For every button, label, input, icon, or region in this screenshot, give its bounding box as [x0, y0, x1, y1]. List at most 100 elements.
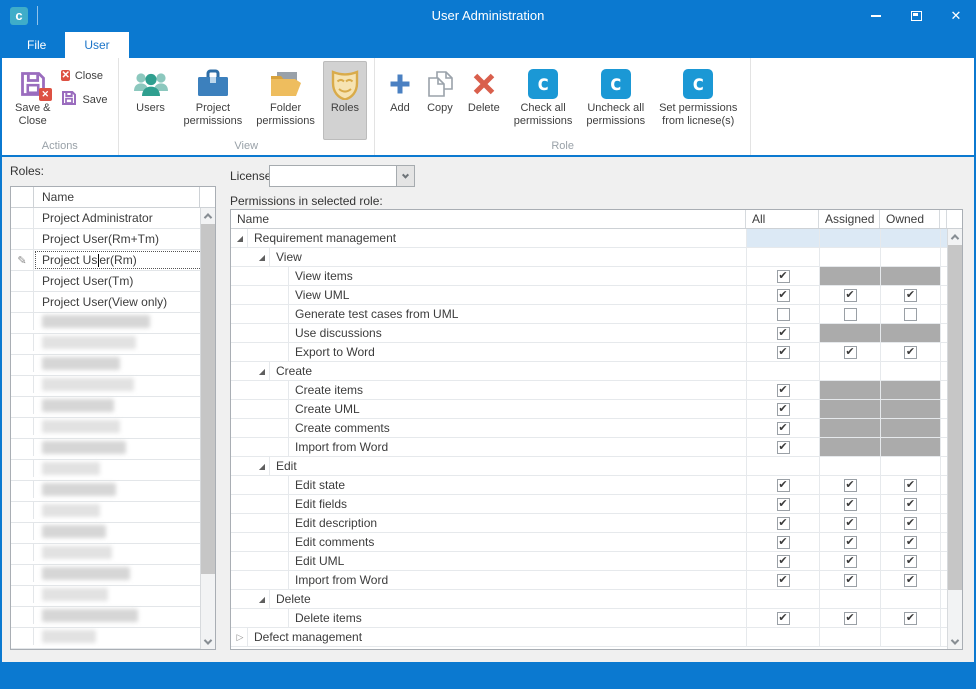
checkbox-checked[interactable]: ✔ — [904, 346, 917, 359]
role-row-redacted[interactable] — [11, 607, 215, 628]
column-header-all[interactable]: All — [746, 210, 819, 228]
permissions-scrollbar-thumb[interactable] — [948, 245, 962, 590]
permission-cell-all[interactable]: ✔ — [746, 571, 819, 589]
role-row[interactable]: ✎Project User(Rm) — [11, 250, 215, 271]
role-row-redacted[interactable] — [11, 397, 215, 418]
permission-row[interactable]: ◢View — [231, 248, 962, 267]
save-button[interactable]: Save — [61, 90, 107, 109]
permission-cell-owned[interactable]: ✔ — [880, 571, 940, 589]
checkbox-checked[interactable]: ✔ — [777, 403, 790, 416]
permission-cell-assigned[interactable]: ✔ — [819, 495, 880, 513]
checkbox-checked[interactable]: ✔ — [777, 612, 790, 625]
permission-row[interactable]: Create comments✔ — [231, 419, 962, 438]
column-header-name[interactable]: Name — [231, 210, 746, 228]
permission-row[interactable]: ▷Defect management — [231, 628, 962, 647]
checkbox-checked[interactable]: ✔ — [777, 517, 790, 530]
project-permissions-button[interactable]: Project permissions — [178, 61, 249, 140]
permission-cell-assigned[interactable] — [819, 305, 880, 323]
permission-cell-all[interactable]: ✔ — [746, 495, 819, 513]
checkbox-checked[interactable]: ✔ — [844, 574, 857, 587]
checkbox-checked[interactable]: ✔ — [777, 346, 790, 359]
permission-cell-all[interactable]: ✔ — [746, 381, 819, 399]
role-row-redacted[interactable] — [11, 418, 215, 439]
checkbox-checked[interactable]: ✔ — [777, 536, 790, 549]
tab-file[interactable]: File — [8, 32, 65, 58]
uncheck-all-permissions-button[interactable]: cUncheck all permissions — [580, 61, 651, 140]
permission-row[interactable]: Import from Word✔ — [231, 438, 962, 457]
set-permissions-from-licenses-button[interactable]: cSet permissions from licnese(s) — [653, 61, 743, 140]
expander-collapsed-icon[interactable]: ▷ — [235, 632, 245, 643]
permission-cell-assigned[interactable]: ✔ — [819, 533, 880, 551]
roles-scrollbar-thumb[interactable] — [201, 224, 215, 574]
permission-cell-assigned[interactable]: ✔ — [819, 609, 880, 627]
role-row-redacted[interactable] — [11, 586, 215, 607]
checkbox-checked[interactable]: ✔ — [904, 612, 917, 625]
checkbox-checked[interactable]: ✔ — [777, 289, 790, 302]
role-row[interactable]: Project Administrator — [11, 208, 215, 229]
checkbox-checked[interactable]: ✔ — [904, 479, 917, 492]
expander-expanded-icon[interactable]: ◢ — [257, 367, 267, 376]
checkbox-checked[interactable]: ✔ — [777, 422, 790, 435]
permission-cell-owned[interactable]: ✔ — [880, 495, 940, 513]
permission-cell-owned[interactable]: ✔ — [880, 514, 940, 532]
permission-cell-assigned[interactable]: ✔ — [819, 286, 880, 304]
checkbox-checked[interactable]: ✔ — [844, 555, 857, 568]
checkbox-checked[interactable]: ✔ — [904, 555, 917, 568]
permission-cell-owned[interactable]: ✔ — [880, 533, 940, 551]
permission-cell-all[interactable]: ✔ — [746, 400, 819, 418]
permission-cell-owned[interactable]: ✔ — [880, 552, 940, 570]
checkbox-checked[interactable]: ✔ — [844, 517, 857, 530]
permission-cell-all[interactable]: ✔ — [746, 343, 819, 361]
expander-expanded-icon[interactable]: ◢ — [257, 462, 267, 471]
role-row-redacted[interactable] — [11, 439, 215, 460]
role-name-editor[interactable]: Project User(Rm) — [34, 250, 215, 270]
scroll-up-button[interactable] — [948, 229, 962, 244]
checkbox-checked[interactable]: ✔ — [904, 498, 917, 511]
permission-cell-owned[interactable]: ✔ — [880, 476, 940, 494]
roles-name-column-header[interactable]: Name — [34, 187, 200, 207]
permission-row[interactable]: Import from Word✔✔✔ — [231, 571, 962, 590]
checkbox-checked[interactable]: ✔ — [904, 517, 917, 530]
permissions-scrollbar[interactable] — [947, 229, 962, 649]
checkbox-checked[interactable]: ✔ — [844, 289, 857, 302]
scroll-down-button[interactable] — [201, 634, 215, 649]
tab-user[interactable]: User — [65, 32, 128, 58]
role-row-redacted[interactable] — [11, 460, 215, 481]
copy-button[interactable]: Copy — [420, 61, 460, 140]
checkbox-checked[interactable]: ✔ — [777, 327, 790, 340]
add-button[interactable]: Add — [382, 61, 418, 140]
checkbox-unchecked[interactable] — [777, 308, 790, 321]
permission-cell-owned[interactable] — [880, 305, 940, 323]
permission-cell-assigned[interactable]: ✔ — [819, 343, 880, 361]
license-dropdown-button[interactable] — [396, 166, 414, 186]
role-row-redacted[interactable] — [11, 523, 215, 544]
scroll-down-button[interactable] — [948, 634, 962, 649]
delete-button[interactable]: Delete — [462, 61, 506, 140]
checkbox-checked[interactable]: ✔ — [904, 574, 917, 587]
folder-permissions-button[interactable]: Folder permissions — [250, 61, 321, 140]
checkbox-checked[interactable]: ✔ — [844, 479, 857, 492]
role-row-redacted[interactable] — [11, 628, 215, 649]
permission-row[interactable]: ◢Requirement management — [231, 229, 962, 248]
expander-expanded-icon[interactable]: ◢ — [235, 234, 245, 243]
permission-row[interactable]: Edit state✔✔✔ — [231, 476, 962, 495]
permission-row[interactable]: Edit fields✔✔✔ — [231, 495, 962, 514]
save-and-close-button[interactable]: ✕Save & Close — [9, 61, 56, 140]
permission-cell-owned[interactable]: ✔ — [880, 609, 940, 627]
license-combobox[interactable] — [269, 165, 415, 187]
permission-row[interactable]: ◢Delete — [231, 590, 962, 609]
column-header-assigned[interactable]: Assigned — [819, 210, 880, 228]
permission-row[interactable]: View items✔ — [231, 267, 962, 286]
checkbox-checked[interactable]: ✔ — [844, 536, 857, 549]
checkbox-unchecked[interactable] — [844, 308, 857, 321]
permission-cell-assigned[interactable]: ✔ — [819, 571, 880, 589]
role-row-redacted[interactable] — [11, 544, 215, 565]
expander-expanded-icon[interactable]: ◢ — [257, 253, 267, 262]
close-button[interactable]: ✕Close — [61, 68, 107, 83]
checkbox-checked[interactable]: ✔ — [777, 574, 790, 587]
role-row-redacted[interactable] — [11, 376, 215, 397]
checkbox-unchecked[interactable] — [904, 308, 917, 321]
permission-row[interactable]: ◢Create — [231, 362, 962, 381]
role-row-redacted[interactable] — [11, 481, 215, 502]
role-row-redacted[interactable] — [11, 565, 215, 586]
